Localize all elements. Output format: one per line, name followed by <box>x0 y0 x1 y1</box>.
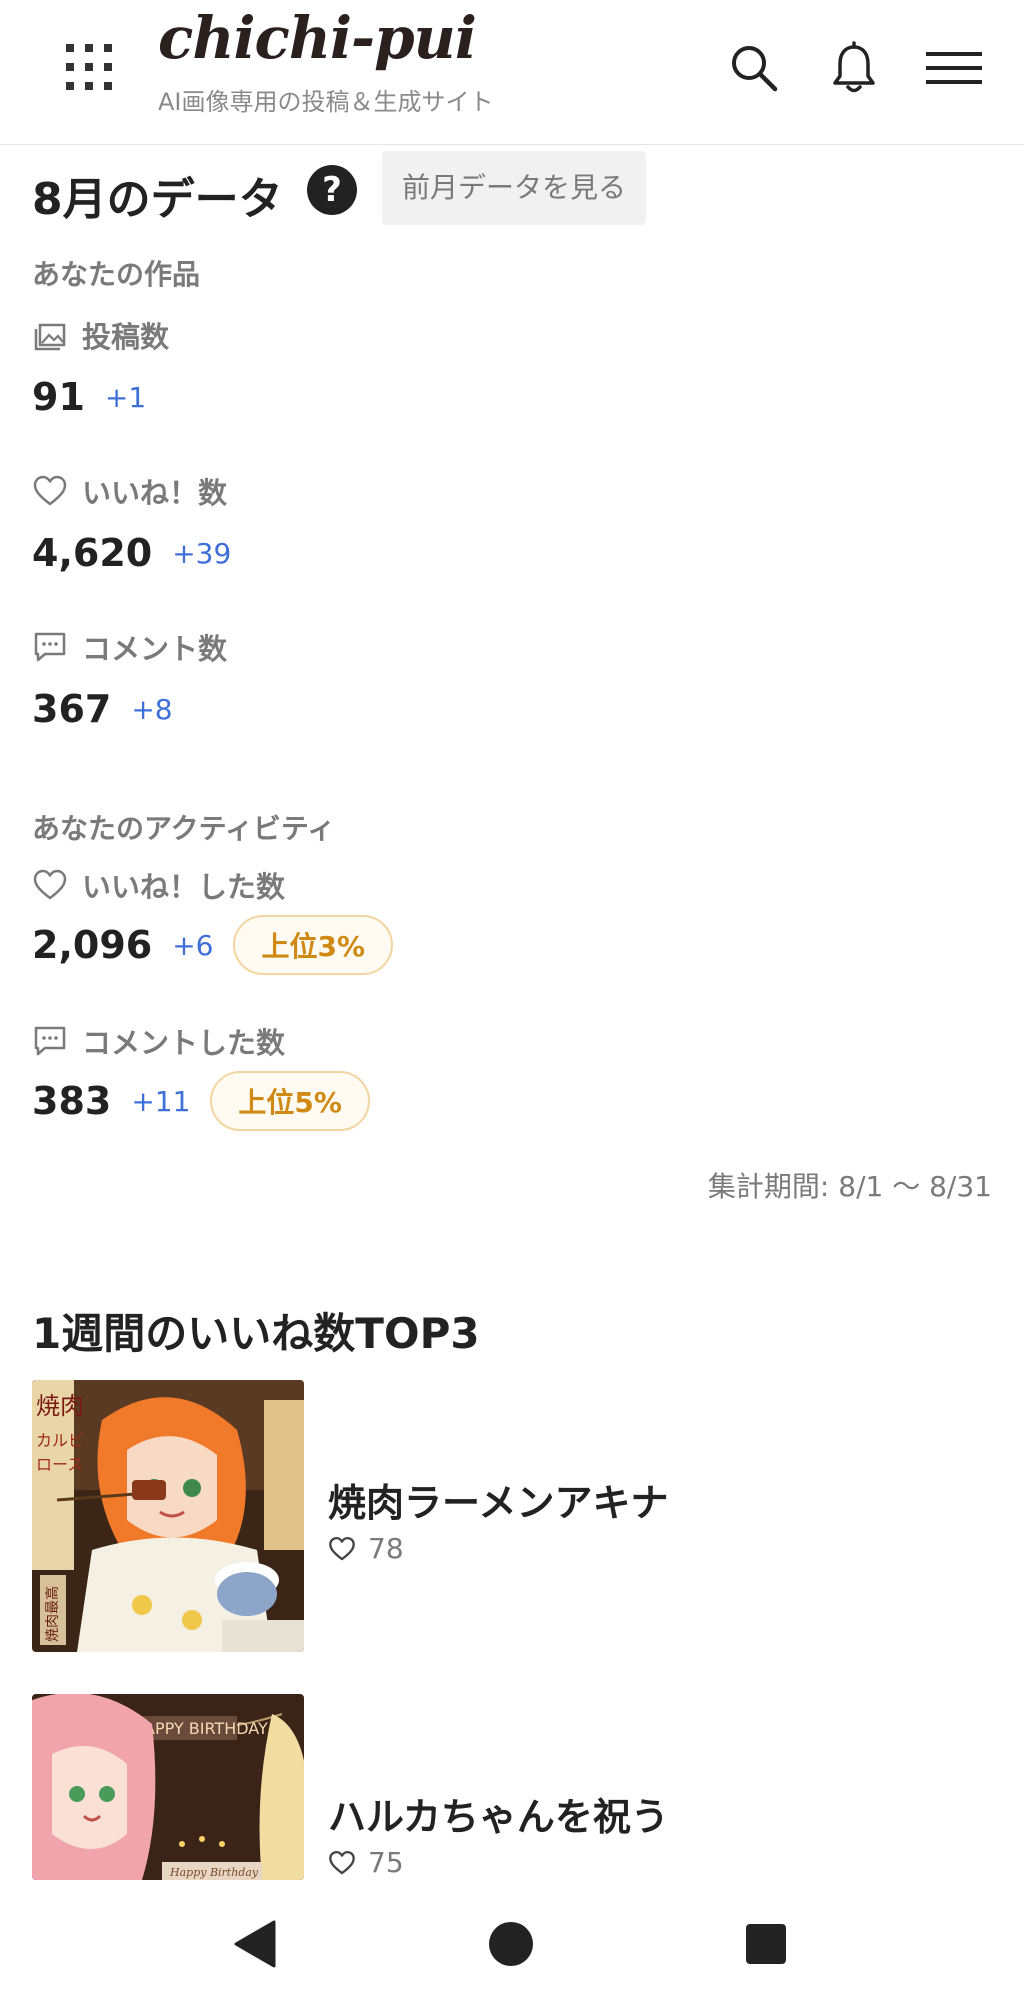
stat-diff: +8 <box>131 692 173 726</box>
comments-count-label: コメント数 <box>32 627 227 667</box>
work-title[interactable]: ハルカちゃんを祝う <box>328 1786 669 1841</box>
back-triangle-icon[interactable] <box>226 1914 286 1974</box>
hamburger-icon[interactable] <box>926 40 982 96</box>
cake-text: Happy Birthday <box>169 1866 259 1879</box>
likes-count-value-row: 4,620 +39 <box>32 523 231 583</box>
posts-count-value-row: 91 +1 <box>32 367 146 427</box>
stat-diff: +1 <box>104 380 147 414</box>
work-thumbnail[interactable]: HAPPY BIRTHDAY Happy Birthday <box>32 1694 304 1880</box>
comment-icon <box>34 632 66 662</box>
comments-count-value-row: 367 +8 <box>32 679 173 739</box>
stat-diff: +11 <box>131 1084 191 1118</box>
app-header: chichi-pui AI画像専用の投稿＆生成サイト <box>0 0 1024 145</box>
image-stack-icon <box>34 323 66 351</box>
stat-label-text: いいね！数 <box>82 476 228 510</box>
help-icon[interactable]: ? <box>307 165 357 215</box>
comments-given-label: コメントした数 <box>32 1021 285 1061</box>
heart-outline-icon <box>33 475 67 506</box>
stat-diff: +39 <box>172 536 232 570</box>
site-logo[interactable]: chichi-pui <box>158 4 477 72</box>
home-circle-icon[interactable] <box>481 1914 541 1974</box>
work-likes: 75 <box>328 1846 404 1879</box>
stat-number: 383 <box>32 1079 112 1123</box>
recents-square-icon[interactable] <box>736 1914 796 1974</box>
stat-label-text: いいね！した数 <box>82 870 286 904</box>
stat-number: 2,096 <box>32 923 153 967</box>
posts-count-label: 投稿数 <box>32 315 169 355</box>
stat-label-text: コメント数 <box>82 632 228 666</box>
bell-icon[interactable] <box>826 40 882 96</box>
likes-count-label: いいね！数 <box>32 471 227 511</box>
work-thumbnail[interactable]: 焼肉 カルビ ロース 焼肉最高 <box>32 1380 304 1652</box>
like-count: 78 <box>368 1532 404 1565</box>
stat-label-text: コメントした数 <box>82 1026 286 1060</box>
heart-outline-icon <box>329 1850 355 1874</box>
comment-icon <box>34 1026 66 1056</box>
heart-outline-icon <box>33 869 67 900</box>
aggregation-period: 集計期間: 8/1 〜 8/31 <box>707 1170 992 1203</box>
sign-text: カルビ <box>36 1431 84 1450</box>
work-card[interactable]: HAPPY BIRTHDAY Happy Birthday ハルカちゃんを祝う … <box>32 1694 992 1880</box>
likes-given-label: いいね！した数 <box>32 865 285 905</box>
site-tagline: AI画像専用の投稿＆生成サイト <box>158 88 494 116</box>
stat-diff: +6 <box>172 928 214 962</box>
grid-menu-icon[interactable] <box>66 44 112 90</box>
works-section-heading: あなたの作品 <box>32 258 201 291</box>
stats-title: 8月のデータ <box>32 174 283 225</box>
activity-section-heading: あなたのアクティビティ <box>32 812 336 845</box>
stat-number: 4,620 <box>32 531 153 575</box>
likes-given-value-row: 2,096 +6 上位3% <box>32 915 394 975</box>
prev-month-button[interactable]: 前月データを見る <box>382 151 646 225</box>
work-title[interactable]: 焼肉ラーメンアキナ <box>328 1472 668 1527</box>
stat-number: 91 <box>32 375 85 419</box>
work-card[interactable]: 焼肉 カルビ ロース 焼肉最高 焼肉ラーメンアキナ 78 <box>32 1380 992 1652</box>
sign-text: ロース <box>36 1455 83 1474</box>
stat-label-text: 投稿数 <box>82 320 170 354</box>
like-count: 75 <box>368 1846 404 1879</box>
rank-badge: 上位5% <box>210 1071 370 1131</box>
heart-outline-icon <box>329 1536 355 1560</box>
work-likes: 78 <box>328 1532 404 1565</box>
system-nav-bar <box>0 1880 1024 2002</box>
stat-number: 367 <box>32 687 112 731</box>
comments-given-value-row: 383 +11 上位5% <box>32 1071 370 1131</box>
sign-text: 焼肉 <box>36 1392 84 1420</box>
sign-text: 焼肉最高 <box>44 1586 61 1642</box>
search-icon[interactable] <box>726 40 782 96</box>
top3-title: 1週間のいいね数TOP3 <box>32 1309 480 1358</box>
rank-badge: 上位3% <box>233 915 394 975</box>
